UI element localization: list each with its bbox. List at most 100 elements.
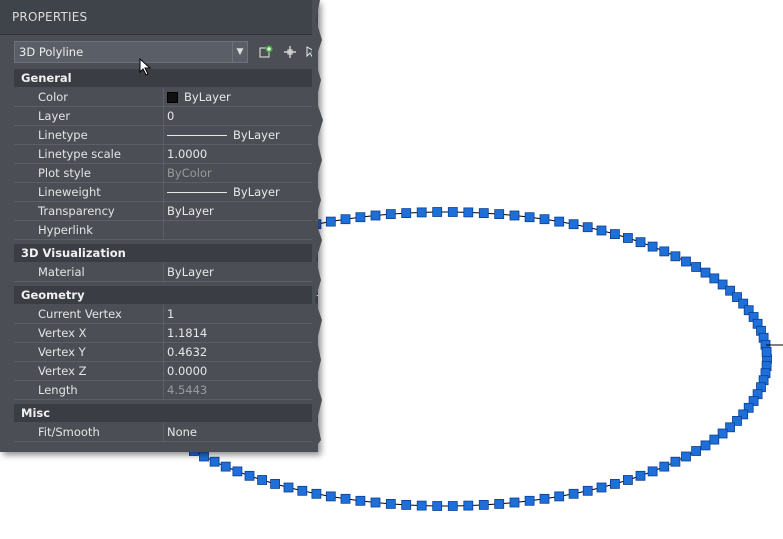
- property-label: Lineweight: [38, 185, 101, 199]
- vertex-grip[interactable]: [539, 493, 550, 504]
- vertex-grip[interactable]: [659, 461, 670, 472]
- vertex-grip[interactable]: [401, 208, 412, 219]
- vertex-grip[interactable]: [635, 237, 646, 248]
- vertex-grip[interactable]: [596, 482, 607, 493]
- vertex-grip[interactable]: [647, 241, 658, 252]
- vertex-grip[interactable]: [539, 214, 550, 225]
- vertex-grip[interactable]: [270, 478, 281, 489]
- section-geometry[interactable]: Geometry –: [14, 286, 318, 304]
- vertex-grip[interactable]: [385, 498, 396, 509]
- vertex-grip[interactable]: [401, 499, 412, 510]
- vertex-grip[interactable]: [691, 446, 701, 456]
- vertex-grip[interactable]: [232, 466, 243, 477]
- vertex-grip[interactable]: [717, 428, 728, 439]
- vertex-grip[interactable]: [494, 498, 505, 509]
- vertex-grip[interactable]: [509, 497, 520, 508]
- vertex-grip[interactable]: [700, 267, 711, 278]
- property-row-layer[interactable]: Layer 0: [14, 107, 318, 126]
- property-label: Transparency: [38, 204, 115, 218]
- property-row-length[interactable]: Length 4.5443: [14, 381, 318, 400]
- property-row-current-vertex[interactable]: Current Vertex 1: [14, 305, 318, 324]
- vertex-grip[interactable]: [700, 440, 711, 451]
- vertex-grip[interactable]: [297, 485, 308, 496]
- vertex-grip[interactable]: [709, 273, 720, 284]
- vertex-grip[interactable]: [244, 470, 255, 481]
- vertex-grip[interactable]: [416, 500, 427, 511]
- vertex-grip[interactable]: [524, 212, 535, 223]
- vertex-grip[interactable]: [554, 216, 565, 227]
- vertex-grip[interactable]: [340, 214, 351, 225]
- vertex-grip[interactable]: [691, 262, 701, 272]
- property-row-color[interactable]: Color ByLayer: [14, 88, 318, 107]
- vertex-grip[interactable]: [220, 461, 231, 472]
- vertex-grip[interactable]: [582, 222, 593, 233]
- property-value: ByLayer: [167, 185, 280, 199]
- vertex-grip[interactable]: [623, 475, 633, 485]
- vertex-grip[interactable]: [670, 456, 681, 467]
- vertex-grip[interactable]: [463, 500, 474, 511]
- vertex-grip[interactable]: [610, 478, 620, 489]
- vertex-grip[interactable]: [568, 488, 579, 499]
- vertex-grip[interactable]: [582, 485, 593, 496]
- vertex-grip[interactable]: [494, 209, 505, 220]
- property-row-plot-style[interactable]: Plot style ByColor: [14, 164, 318, 183]
- vertex-grip[interactable]: [681, 451, 691, 462]
- property-row-vertex-z[interactable]: Vertex Z 0.0000: [14, 362, 318, 381]
- chevron-down-icon[interactable]: ▼: [232, 42, 247, 62]
- vertex-grip[interactable]: [283, 482, 294, 493]
- vertex-grip[interactable]: [478, 208, 489, 219]
- property-row-material[interactable]: Material ByLayer: [14, 263, 318, 282]
- vertex-grip[interactable]: [385, 209, 396, 220]
- vertex-grip[interactable]: [199, 451, 209, 462]
- palette-titlebar[interactable]: PROPERTIES: [0, 0, 318, 35]
- quick-select-icon[interactable]: [258, 44, 274, 60]
- vertex-grip[interactable]: [340, 493, 351, 504]
- select-objects-icon[interactable]: [282, 44, 298, 60]
- object-type-dropdown[interactable]: 3D Polyline ▼: [14, 41, 248, 63]
- vertex-grip[interactable]: [432, 207, 443, 217]
- vertex-grip[interactable]: [568, 219, 579, 230]
- vertex-grip[interactable]: [596, 225, 607, 236]
- vertex-grip[interactable]: [709, 434, 720, 445]
- vertex-grip[interactable]: [659, 246, 670, 257]
- vertex-grip[interactable]: [509, 210, 520, 221]
- vertex-grip[interactable]: [761, 346, 772, 357]
- property-row-lineweight[interactable]: Lineweight ByLayer: [14, 183, 318, 202]
- section-general[interactable]: General –: [14, 69, 318, 87]
- property-row-linetype-scale[interactable]: Linetype scale 1.0000: [14, 145, 318, 164]
- property-row-vertex-x[interactable]: Vertex X 1.1814: [14, 324, 318, 343]
- property-value: ByLayer: [167, 128, 280, 142]
- vertex-grip[interactable]: [209, 456, 220, 467]
- vertex-grip[interactable]: [623, 233, 633, 243]
- vertex-grip[interactable]: [355, 212, 366, 223]
- vertex-grip[interactable]: [681, 256, 691, 267]
- vertex-grip[interactable]: [447, 207, 458, 217]
- property-row-fit-smooth[interactable]: Fit/Smooth None: [14, 423, 318, 442]
- vertex-grip[interactable]: [478, 499, 489, 510]
- section-misc[interactable]: Misc –: [14, 404, 318, 422]
- section-3d-visualization[interactable]: 3D Visualization: [14, 244, 318, 262]
- property-row-vertex-y[interactable]: Vertex Y 0.4632: [14, 343, 318, 362]
- vertex-grip[interactable]: [370, 497, 381, 508]
- vertex-grip[interactable]: [610, 229, 620, 240]
- property-row-linetype[interactable]: Linetype ByLayer: [14, 126, 318, 145]
- vertex-grip[interactable]: [325, 491, 336, 502]
- vertex-grip[interactable]: [447, 501, 458, 511]
- vertex-grip[interactable]: [670, 251, 681, 262]
- property-row-transparency[interactable]: Transparency ByLayer: [14, 202, 318, 221]
- vertex-grip[interactable]: [370, 210, 381, 221]
- section-visualization-title: 3D Visualization: [21, 246, 126, 260]
- vertex-grip[interactable]: [355, 495, 366, 506]
- vertex-grip[interactable]: [432, 501, 443, 511]
- vertex-grip[interactable]: [257, 475, 268, 485]
- vertex-grip[interactable]: [416, 207, 427, 218]
- property-label: Vertex Z: [38, 364, 87, 378]
- property-row-hyperlink[interactable]: Hyperlink: [14, 221, 318, 240]
- vertex-grip[interactable]: [647, 466, 658, 477]
- vertex-grip[interactable]: [554, 491, 565, 502]
- vertex-grip[interactable]: [524, 495, 535, 506]
- vertex-grip[interactable]: [635, 470, 646, 481]
- property-value: ByColor: [167, 166, 212, 180]
- vertex-grip[interactable]: [463, 207, 474, 218]
- vertex-grip[interactable]: [311, 488, 322, 499]
